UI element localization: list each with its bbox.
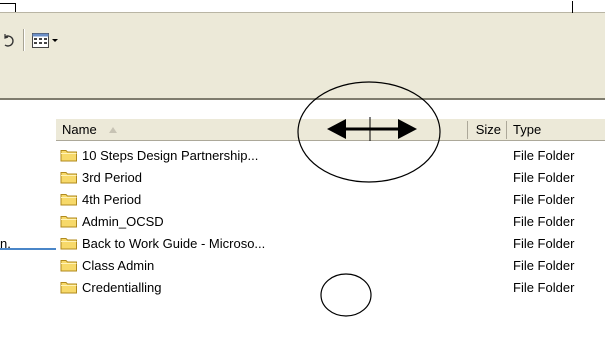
column-resize-handle[interactable] bbox=[506, 121, 507, 139]
file-row[interactable]: 4th Period File Folder bbox=[0, 189, 605, 211]
file-name: Class Admin bbox=[82, 258, 155, 273]
column-header-name[interactable]: Name bbox=[56, 119, 468, 141]
callout-line bbox=[0, 3, 15, 4]
toolbar bbox=[0, 1, 605, 63]
file-type: File Folder bbox=[513, 192, 575, 207]
folder-pane-text: n. bbox=[0, 236, 11, 251]
file-row[interactable]: Admin_OCSD File Folder bbox=[0, 211, 605, 233]
file-row[interactable]: n. Back to Work Guide - Microso... File … bbox=[0, 233, 605, 255]
file-name: Credentialling bbox=[82, 280, 162, 295]
callout-line bbox=[572, 1, 573, 13]
column-header-size-label: Size bbox=[475, 122, 501, 137]
file-name: Admin_OCSD bbox=[82, 214, 164, 229]
file-row[interactable]: 10 Steps Design Partnership... File Fold… bbox=[0, 145, 605, 167]
file-name: 3rd Period bbox=[82, 170, 142, 185]
column-header-size[interactable]: Size bbox=[468, 119, 507, 141]
file-type: File Folder bbox=[513, 148, 575, 163]
folder-icon bbox=[60, 150, 77, 162]
file-type: File Folder bbox=[513, 258, 575, 273]
column-header-name-label: Name bbox=[62, 122, 97, 137]
toolbar-separator bbox=[23, 29, 24, 51]
file-row[interactable]: Class Admin File Folder bbox=[0, 255, 605, 277]
address-strip bbox=[0, 62, 605, 98]
views-grid-icon bbox=[32, 33, 58, 48]
folder-icon bbox=[60, 172, 77, 184]
file-type: File Folder bbox=[513, 170, 575, 185]
file-type: File Folder bbox=[513, 236, 575, 251]
file-type: File Folder bbox=[513, 280, 575, 295]
file-name: 10 Steps Design Partnership... bbox=[82, 148, 259, 163]
sort-ascending-icon bbox=[109, 127, 117, 133]
views-button[interactable] bbox=[31, 30, 65, 52]
folder-icon bbox=[60, 238, 77, 250]
column-header-type[interactable]: Type bbox=[507, 119, 605, 141]
column-header-type-label: Type bbox=[513, 122, 542, 137]
folder-icon bbox=[60, 260, 77, 272]
file-type: File Folder bbox=[513, 214, 575, 229]
file-list: 10 Steps Design Partnership... File Fold… bbox=[0, 145, 605, 299]
folder-icon bbox=[60, 216, 77, 228]
undo-arrow-icon[interactable] bbox=[4, 33, 16, 49]
file-row[interactable]: Credentialling File Folder bbox=[0, 277, 605, 299]
folder-icon bbox=[60, 282, 77, 294]
column-resize-handle[interactable] bbox=[467, 121, 468, 139]
dropdown-arrow-icon bbox=[52, 39, 58, 42]
file-row[interactable]: 3rd Period File Folder bbox=[0, 167, 605, 189]
folder-icon bbox=[60, 194, 77, 206]
file-name: 4th Period bbox=[82, 192, 142, 207]
file-name: Back to Work Guide - Microso... bbox=[82, 236, 266, 251]
